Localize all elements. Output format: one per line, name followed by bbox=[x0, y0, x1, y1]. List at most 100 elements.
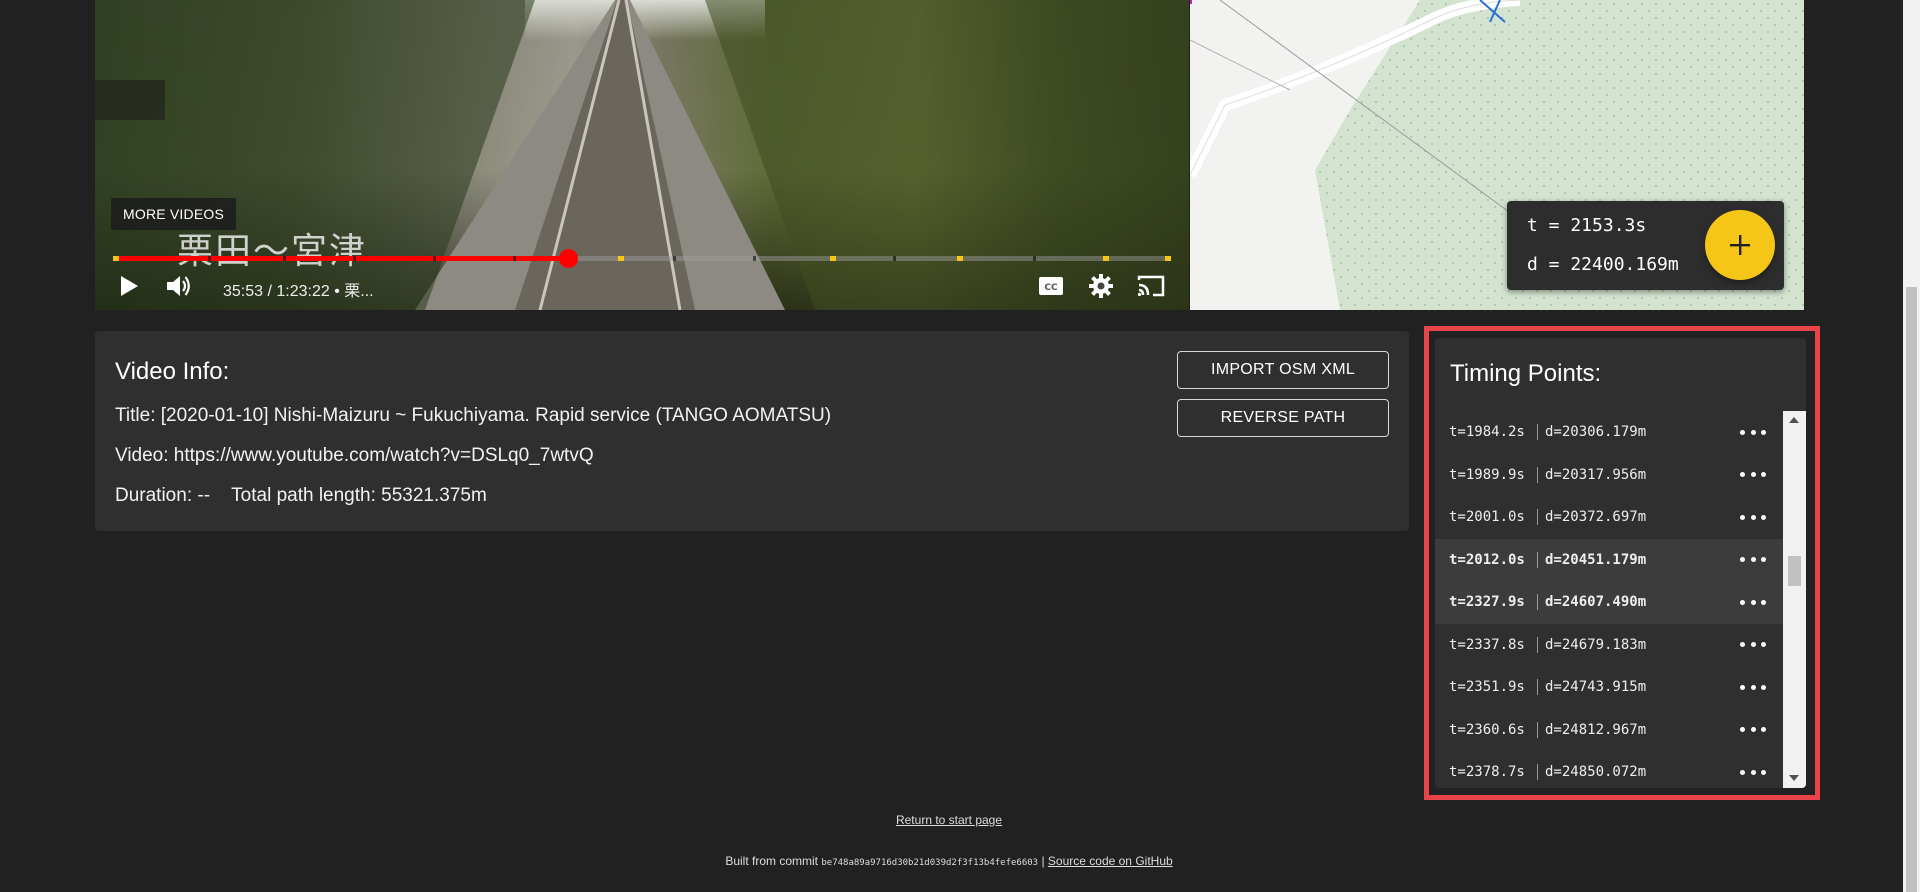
cast-icon[interactable] bbox=[1131, 268, 1171, 304]
more-horizontal-icon[interactable] bbox=[1740, 591, 1766, 613]
more-dot bbox=[1750, 727, 1756, 732]
progress-played bbox=[113, 256, 568, 261]
play-icon[interactable] bbox=[109, 268, 149, 304]
readout-distance: d = 22400.169m bbox=[1527, 254, 1679, 275]
timing-point-item[interactable]: t=1984.2s d=20306.179m bbox=[1435, 411, 1783, 454]
position-readout: t = 2153.3s d = 22400.169m bbox=[1507, 201, 1784, 290]
more-horizontal-icon[interactable] bbox=[1740, 506, 1766, 528]
timing-point-separator bbox=[1537, 594, 1538, 611]
timing-point-distance: d=24743.915m bbox=[1545, 679, 1647, 696]
chapter-gap bbox=[1033, 256, 1036, 261]
timing-point-separator bbox=[1537, 636, 1538, 653]
timing-point-item[interactable]: t=2378.7s d=24850.072m bbox=[1435, 751, 1783, 788]
scrollbar-thumb[interactable] bbox=[1788, 556, 1801, 586]
svg-text:CC: CC bbox=[1044, 283, 1058, 293]
timing-point-distance: d=20372.697m bbox=[1545, 509, 1647, 526]
timing-point-distance: d=24679.183m bbox=[1545, 636, 1647, 653]
timing-point-separator bbox=[1537, 551, 1538, 568]
more-dot bbox=[1740, 429, 1745, 435]
footer-return: Return to start page bbox=[0, 813, 1898, 827]
more-dot bbox=[1761, 472, 1766, 477]
video-controls: 35:53 / 1:23:22 • 栗... CC bbox=[95, 268, 1189, 304]
more-dot bbox=[1740, 769, 1745, 775]
video-title-line: Title: [2020-01-10] Nishi-Maizuru ~ Fuku… bbox=[115, 405, 832, 426]
timing-point-separator bbox=[1537, 721, 1538, 738]
video-time-display: 35:53 / 1:23:22 • 栗... bbox=[223, 283, 374, 300]
timing-point-distance: d=24812.967m bbox=[1545, 721, 1647, 738]
readout-time: t = 2153.3s bbox=[1527, 215, 1647, 236]
more-dot bbox=[1750, 769, 1756, 775]
timing-point-time: t=2012.0s bbox=[1449, 551, 1525, 568]
duration-text: Duration: -- bbox=[115, 485, 211, 506]
reverse-path-button[interactable]: REVERSE PATH bbox=[1177, 399, 1389, 437]
page-scrollbar[interactable] bbox=[1903, 0, 1920, 892]
more-dot bbox=[1761, 642, 1766, 647]
captions-icon[interactable]: CC bbox=[1031, 268, 1071, 304]
more-dot bbox=[1750, 599, 1756, 605]
add-timing-point-button[interactable] bbox=[1705, 210, 1775, 280]
chapter-gap bbox=[513, 256, 516, 261]
footer-separator: | bbox=[1041, 854, 1045, 868]
timing-point-time: t=2327.9s bbox=[1449, 594, 1525, 611]
more-horizontal-icon[interactable] bbox=[1740, 719, 1766, 741]
source-code-link[interactable]: Source code on GitHub bbox=[1048, 854, 1173, 868]
more-dot bbox=[1761, 769, 1766, 775]
chapter-marker bbox=[618, 256, 624, 261]
timing-point-item[interactable]: t=2001.0s d=20372.697m bbox=[1435, 496, 1783, 539]
timing-point-time: t=2351.9s bbox=[1449, 679, 1525, 696]
more-horizontal-icon[interactable] bbox=[1740, 761, 1766, 783]
timing-point-separator bbox=[1537, 764, 1538, 781]
timing-point-item[interactable]: t=2351.9s d=24743.915m bbox=[1435, 666, 1783, 709]
more-dot bbox=[1761, 429, 1766, 435]
video-url-line: Video: https://www.youtube.com/watch?v=D… bbox=[115, 445, 594, 466]
timing-point-item[interactable]: t=2337.8s d=24679.183m bbox=[1435, 624, 1783, 667]
chapter-marker bbox=[113, 256, 119, 261]
more-dot bbox=[1740, 684, 1745, 690]
chapter-gap bbox=[433, 256, 436, 261]
chapter-gap bbox=[208, 256, 211, 261]
more-horizontal-icon[interactable] bbox=[1740, 549, 1766, 571]
timing-point-item[interactable]: t=2012.0s d=20451.179m bbox=[1435, 538, 1783, 581]
chapter-gap bbox=[673, 256, 676, 261]
chapter-marker bbox=[957, 256, 963, 261]
timing-point-item[interactable]: t=1989.9s d=20317.956m bbox=[1435, 454, 1783, 497]
gear-icon[interactable] bbox=[1081, 268, 1121, 304]
more-horizontal-icon[interactable] bbox=[1740, 421, 1766, 443]
timing-points-list[interactable]: t=1984.2s d=20306.179m t=1989.9s d=20317.95… bbox=[1435, 411, 1783, 788]
timing-point-item[interactable]: t=2327.9s d=24607.490m bbox=[1435, 581, 1783, 624]
more-dot bbox=[1740, 642, 1745, 647]
progress-scrubber[interactable] bbox=[558, 249, 578, 268]
built-from-text: Built from commit bbox=[725, 854, 819, 868]
timing-point-distance: d=20306.179m bbox=[1545, 424, 1647, 441]
more-dot bbox=[1740, 472, 1745, 477]
more-dot bbox=[1750, 684, 1756, 690]
more-dot bbox=[1761, 684, 1766, 690]
import-osm-xml-button[interactable]: IMPORT OSM XML bbox=[1177, 351, 1389, 389]
commit-hash: be748a89a9716d30b21d039d2f3f13b4fefe6603 bbox=[821, 858, 1039, 868]
chapter-gap bbox=[283, 256, 286, 261]
scroll-down-icon[interactable] bbox=[1789, 775, 1799, 781]
more-dot bbox=[1761, 514, 1766, 520]
more-dot bbox=[1761, 557, 1766, 562]
chapter-marker bbox=[1103, 256, 1109, 261]
timing-point-time: t=1984.2s bbox=[1449, 424, 1525, 441]
more-horizontal-icon[interactable] bbox=[1740, 634, 1766, 656]
plus-icon bbox=[1730, 235, 1750, 255]
timing-point-item[interactable]: t=2360.6s d=24812.967m bbox=[1435, 709, 1783, 752]
more-horizontal-icon[interactable] bbox=[1740, 464, 1766, 486]
timing-point-separator bbox=[1537, 466, 1538, 483]
timing-point-time: t=1989.9s bbox=[1449, 466, 1525, 483]
timing-point-separator bbox=[1537, 679, 1538, 696]
volume-icon[interactable] bbox=[159, 268, 199, 304]
return-to-start-link[interactable]: Return to start page bbox=[896, 813, 1002, 827]
video-info-heading: Video Info: bbox=[115, 358, 230, 385]
timing-point-separator bbox=[1537, 509, 1538, 526]
video-player[interactable]: MORE VIDEOS 栗田～宮津 35:53 / 1:23:22 • 栗...… bbox=[95, 0, 1189, 310]
scroll-up-icon[interactable] bbox=[1789, 417, 1799, 423]
page-scrollbar-thumb[interactable] bbox=[1906, 287, 1917, 892]
timing-point-time: t=2360.6s bbox=[1449, 721, 1525, 738]
video-progress-bar[interactable] bbox=[113, 249, 1171, 268]
more-horizontal-icon[interactable] bbox=[1740, 676, 1766, 698]
more-dot bbox=[1750, 429, 1756, 435]
timing-points-scrollbar[interactable] bbox=[1783, 411, 1806, 788]
